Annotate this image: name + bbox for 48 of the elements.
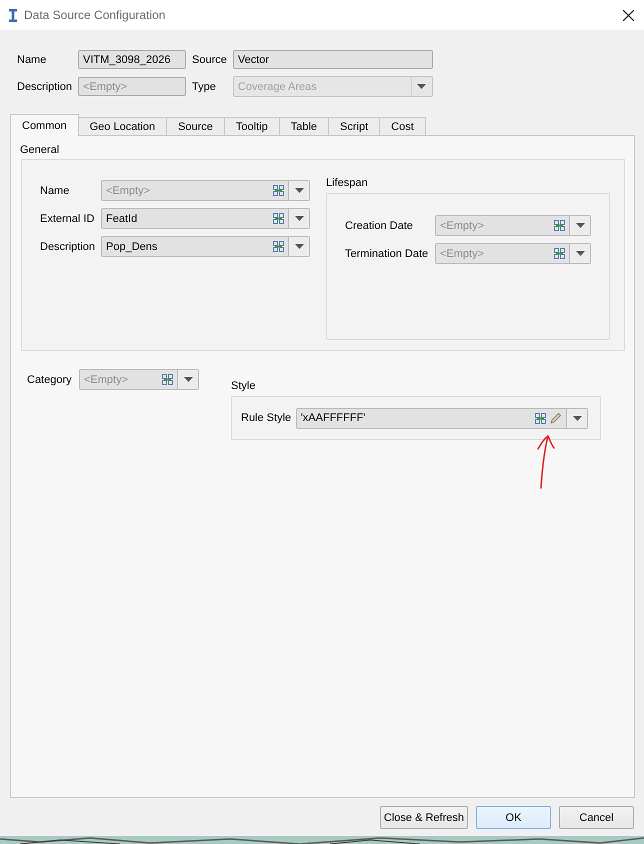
combo-field[interactable]: Pop_Dens xyxy=(101,236,310,257)
source-field[interactable]: Vector xyxy=(232,50,433,69)
field-label: Source xyxy=(192,54,227,66)
dialog-button[interactable]: Close & Refresh xyxy=(380,806,468,829)
dropdown-arrow-icon xyxy=(576,223,584,228)
window-title: Data Source Configuration xyxy=(24,8,166,22)
app-icon xyxy=(8,8,18,22)
combo-field[interactable]: 'xAAFFFFFF' xyxy=(296,408,588,428)
tab[interactable]: Cost xyxy=(379,117,426,136)
close-button[interactable] xyxy=(620,7,636,23)
field-label: Type xyxy=(192,80,217,92)
link-icon[interactable] xyxy=(273,185,284,196)
group-title: Lifespan xyxy=(326,177,369,189)
combo-field[interactable]: FeatId xyxy=(101,208,310,229)
field-label: Description xyxy=(17,80,72,92)
field-label: Name xyxy=(17,54,48,66)
link-icon[interactable] xyxy=(273,213,284,224)
link-icon[interactable] xyxy=(554,248,565,259)
tab[interactable]: Tooltip xyxy=(224,117,280,136)
tab[interactable]: Source xyxy=(166,117,225,136)
group-title: General xyxy=(20,144,60,156)
link-icon[interactable] xyxy=(162,374,173,385)
dropdown-arrow-icon xyxy=(184,377,192,382)
tab[interactable]: Table xyxy=(278,117,330,136)
dropdown-arrow-icon xyxy=(294,244,304,249)
field-label: Description xyxy=(40,240,96,252)
field-label: Name xyxy=(40,184,70,196)
dropdown-arrow-icon xyxy=(572,416,582,420)
field-label: External ID xyxy=(40,212,96,224)
name-field[interactable]: VITM_3098_2026 xyxy=(78,50,186,69)
dropdown-arrow-icon xyxy=(294,216,304,221)
dropdown-arrow-icon xyxy=(417,84,426,89)
tab[interactable]: Common xyxy=(10,114,79,136)
dropdown-arrow-icon xyxy=(576,251,584,256)
tab[interactable]: Script xyxy=(328,117,380,136)
dialog-button[interactable]: OK xyxy=(476,806,551,829)
link-icon[interactable] xyxy=(273,241,284,252)
field-label: Category xyxy=(27,374,73,386)
field-label: Rule Style xyxy=(241,412,292,424)
link-icon[interactable] xyxy=(535,412,546,424)
dropdown-arrow-icon xyxy=(294,188,304,193)
field-label: Creation Date xyxy=(345,220,414,232)
field-label: Termination Date xyxy=(345,248,430,260)
dialog-button[interactable]: Cancel xyxy=(559,806,634,829)
link-icon[interactable] xyxy=(554,220,565,231)
group-title: Style xyxy=(231,380,256,392)
pencil-icon[interactable] xyxy=(550,412,562,424)
tab[interactable]: Geo Location xyxy=(78,117,168,136)
